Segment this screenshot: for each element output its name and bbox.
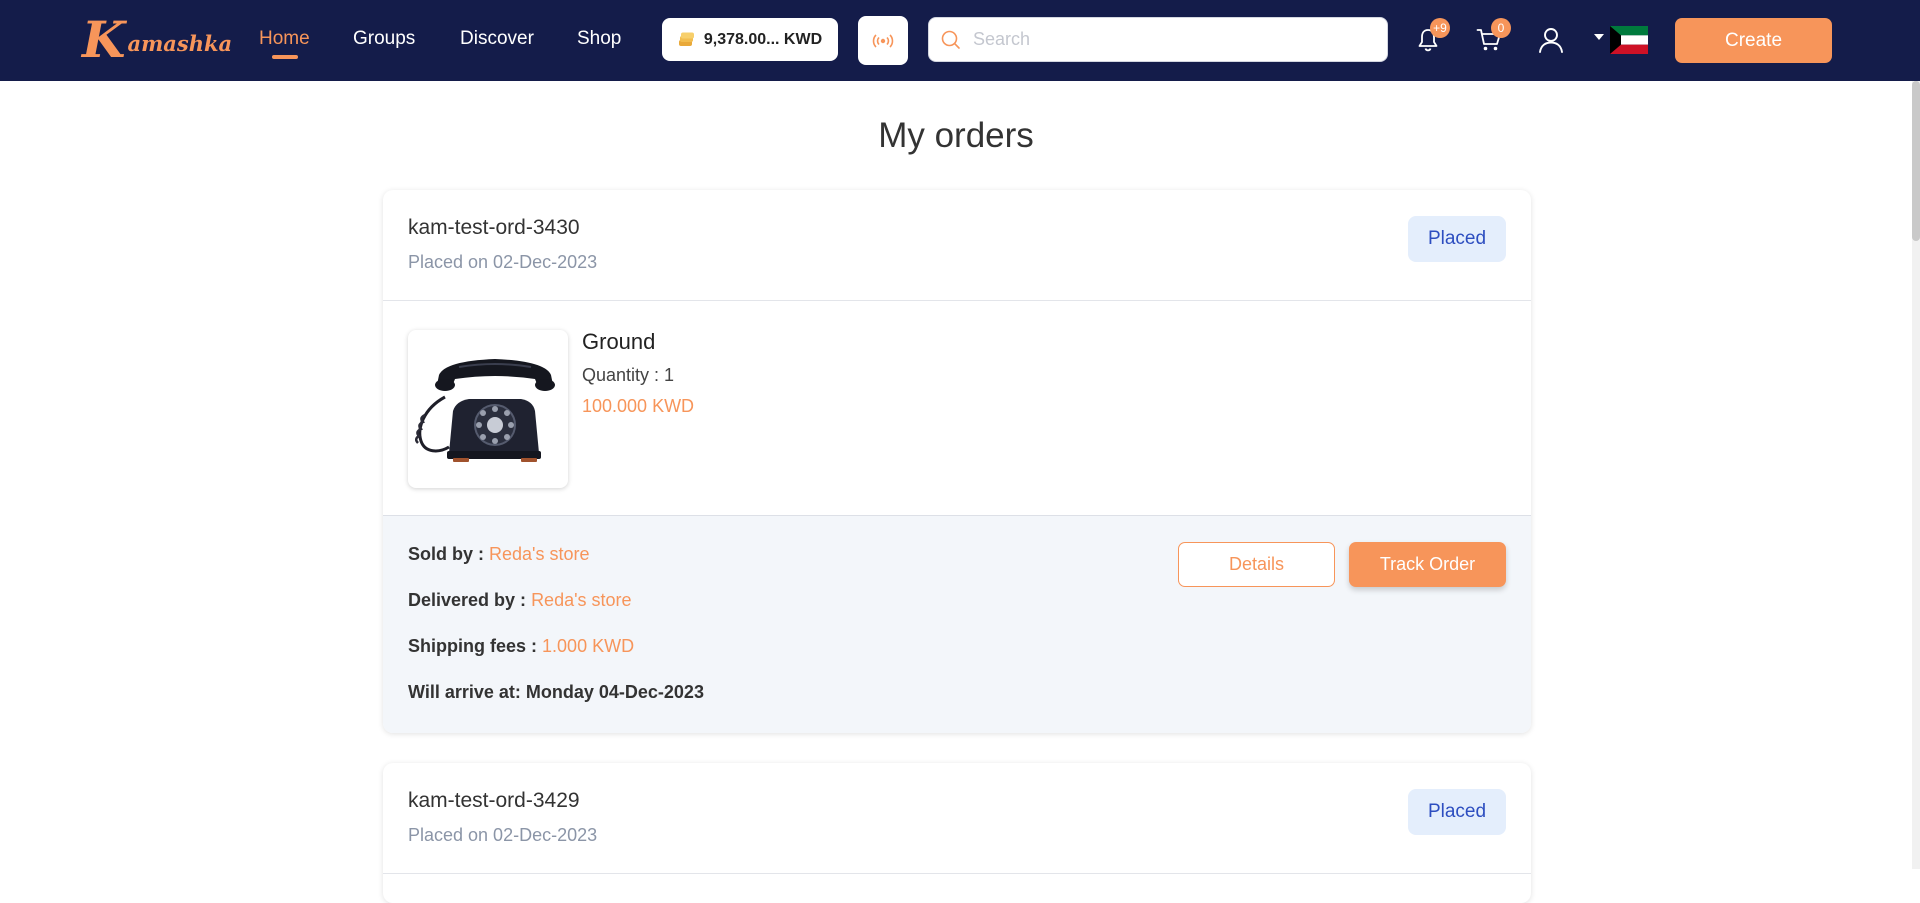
order-footer: Sold by : Reda's store Delivered by : Re… [383,516,1531,733]
status-badge: Placed [1408,216,1506,262]
cart-button[interactable]: 0 [1469,18,1511,60]
delivered-by-label: Delivered by : [408,590,527,610]
profile-button[interactable] [1531,20,1571,60]
logo-letter: K [82,10,126,69]
notifications-button[interactable]: +9 [1408,18,1450,60]
order-id: kam-test-ord-3429 [408,789,580,812]
details-button[interactable]: Details [1178,542,1335,587]
cart-count-badge: 0 [1491,18,1511,38]
active-nav-indicator [272,55,298,59]
top-navbar: K amashka Home Groups Discover Shop 9,37… [0,0,1920,81]
product-name[interactable]: Ground [582,329,655,355]
live-button[interactable] [858,16,908,65]
nav-discover[interactable]: Discover [460,28,534,50]
nav-groups[interactable]: Groups [353,28,415,50]
scrollbar-thumb[interactable] [1912,81,1920,241]
order-date: Placed on 02-Dec-2023 [408,252,598,272]
create-button[interactable]: Create [1675,18,1832,63]
nav-home[interactable]: Home [259,28,310,50]
user-icon [1539,28,1563,53]
shipping-fees-label: Shipping fees : [408,636,538,656]
shipping-fees-line: Shipping fees : 1.000 KWD [408,636,634,657]
order-id: kam-test-ord-3430 [408,216,580,239]
wallet-balance: 9,378.00... KWD [703,30,823,48]
order-item: Ground Quantity : 1 100.000 KWD [383,301,1531,516]
wallet-balance-button[interactable]: 9,378.00... KWD [662,18,838,61]
shipping-fees-value: 1.000 KWD [542,636,635,656]
arrival-date: Will arrive at: Monday 04-Dec-2023 [408,682,704,702]
broadcast-icon [872,33,894,48]
search-bar [928,17,1388,62]
delivered-by-store-link[interactable]: Reda's store [531,590,632,610]
kamashka-logo[interactable]: K amashka [82,10,232,70]
product-price: 100.000 KWD [582,396,695,416]
order-header: kam-test-ord-3430 Placed on 02-Dec-2023 … [383,190,1531,301]
logo-text: amashka [127,30,233,56]
search-icon [941,30,960,49]
status-badge: Placed [1408,789,1506,835]
product-image[interactable] [408,330,568,488]
product-quantity: Quantity : 1 [582,365,675,385]
order-header: kam-test-ord-3429 Placed on 02-Dec-2023 … [383,763,1531,874]
order-card: kam-test-ord-3429 Placed on 02-Dec-2023 … [383,763,1531,903]
order-card: kam-test-ord-3430 Placed on 02-Dec-2023 … [383,190,1531,733]
search-input[interactable] [971,18,1365,61]
kuwait-flag-icon[interactable] [1610,26,1648,54]
sold-by-store-link[interactable]: Reda's store [489,544,590,564]
sold-by-label: Sold by : [408,544,484,564]
notification-count-badge: +9 [1430,18,1450,38]
nav-shop[interactable]: Shop [577,28,621,50]
rotary-telephone-icon [415,359,555,462]
order-date: Placed on 02-Dec-2023 [408,825,598,845]
delivered-by-line: Delivered by : Reda's store [408,590,632,611]
track-order-button[interactable]: Track Order [1349,542,1506,587]
language-dropdown-caret[interactable] [1594,34,1604,40]
coins-icon [678,32,694,46]
sold-by-line: Sold by : Reda's store [408,544,590,565]
page-title: My orders [878,116,1034,155]
